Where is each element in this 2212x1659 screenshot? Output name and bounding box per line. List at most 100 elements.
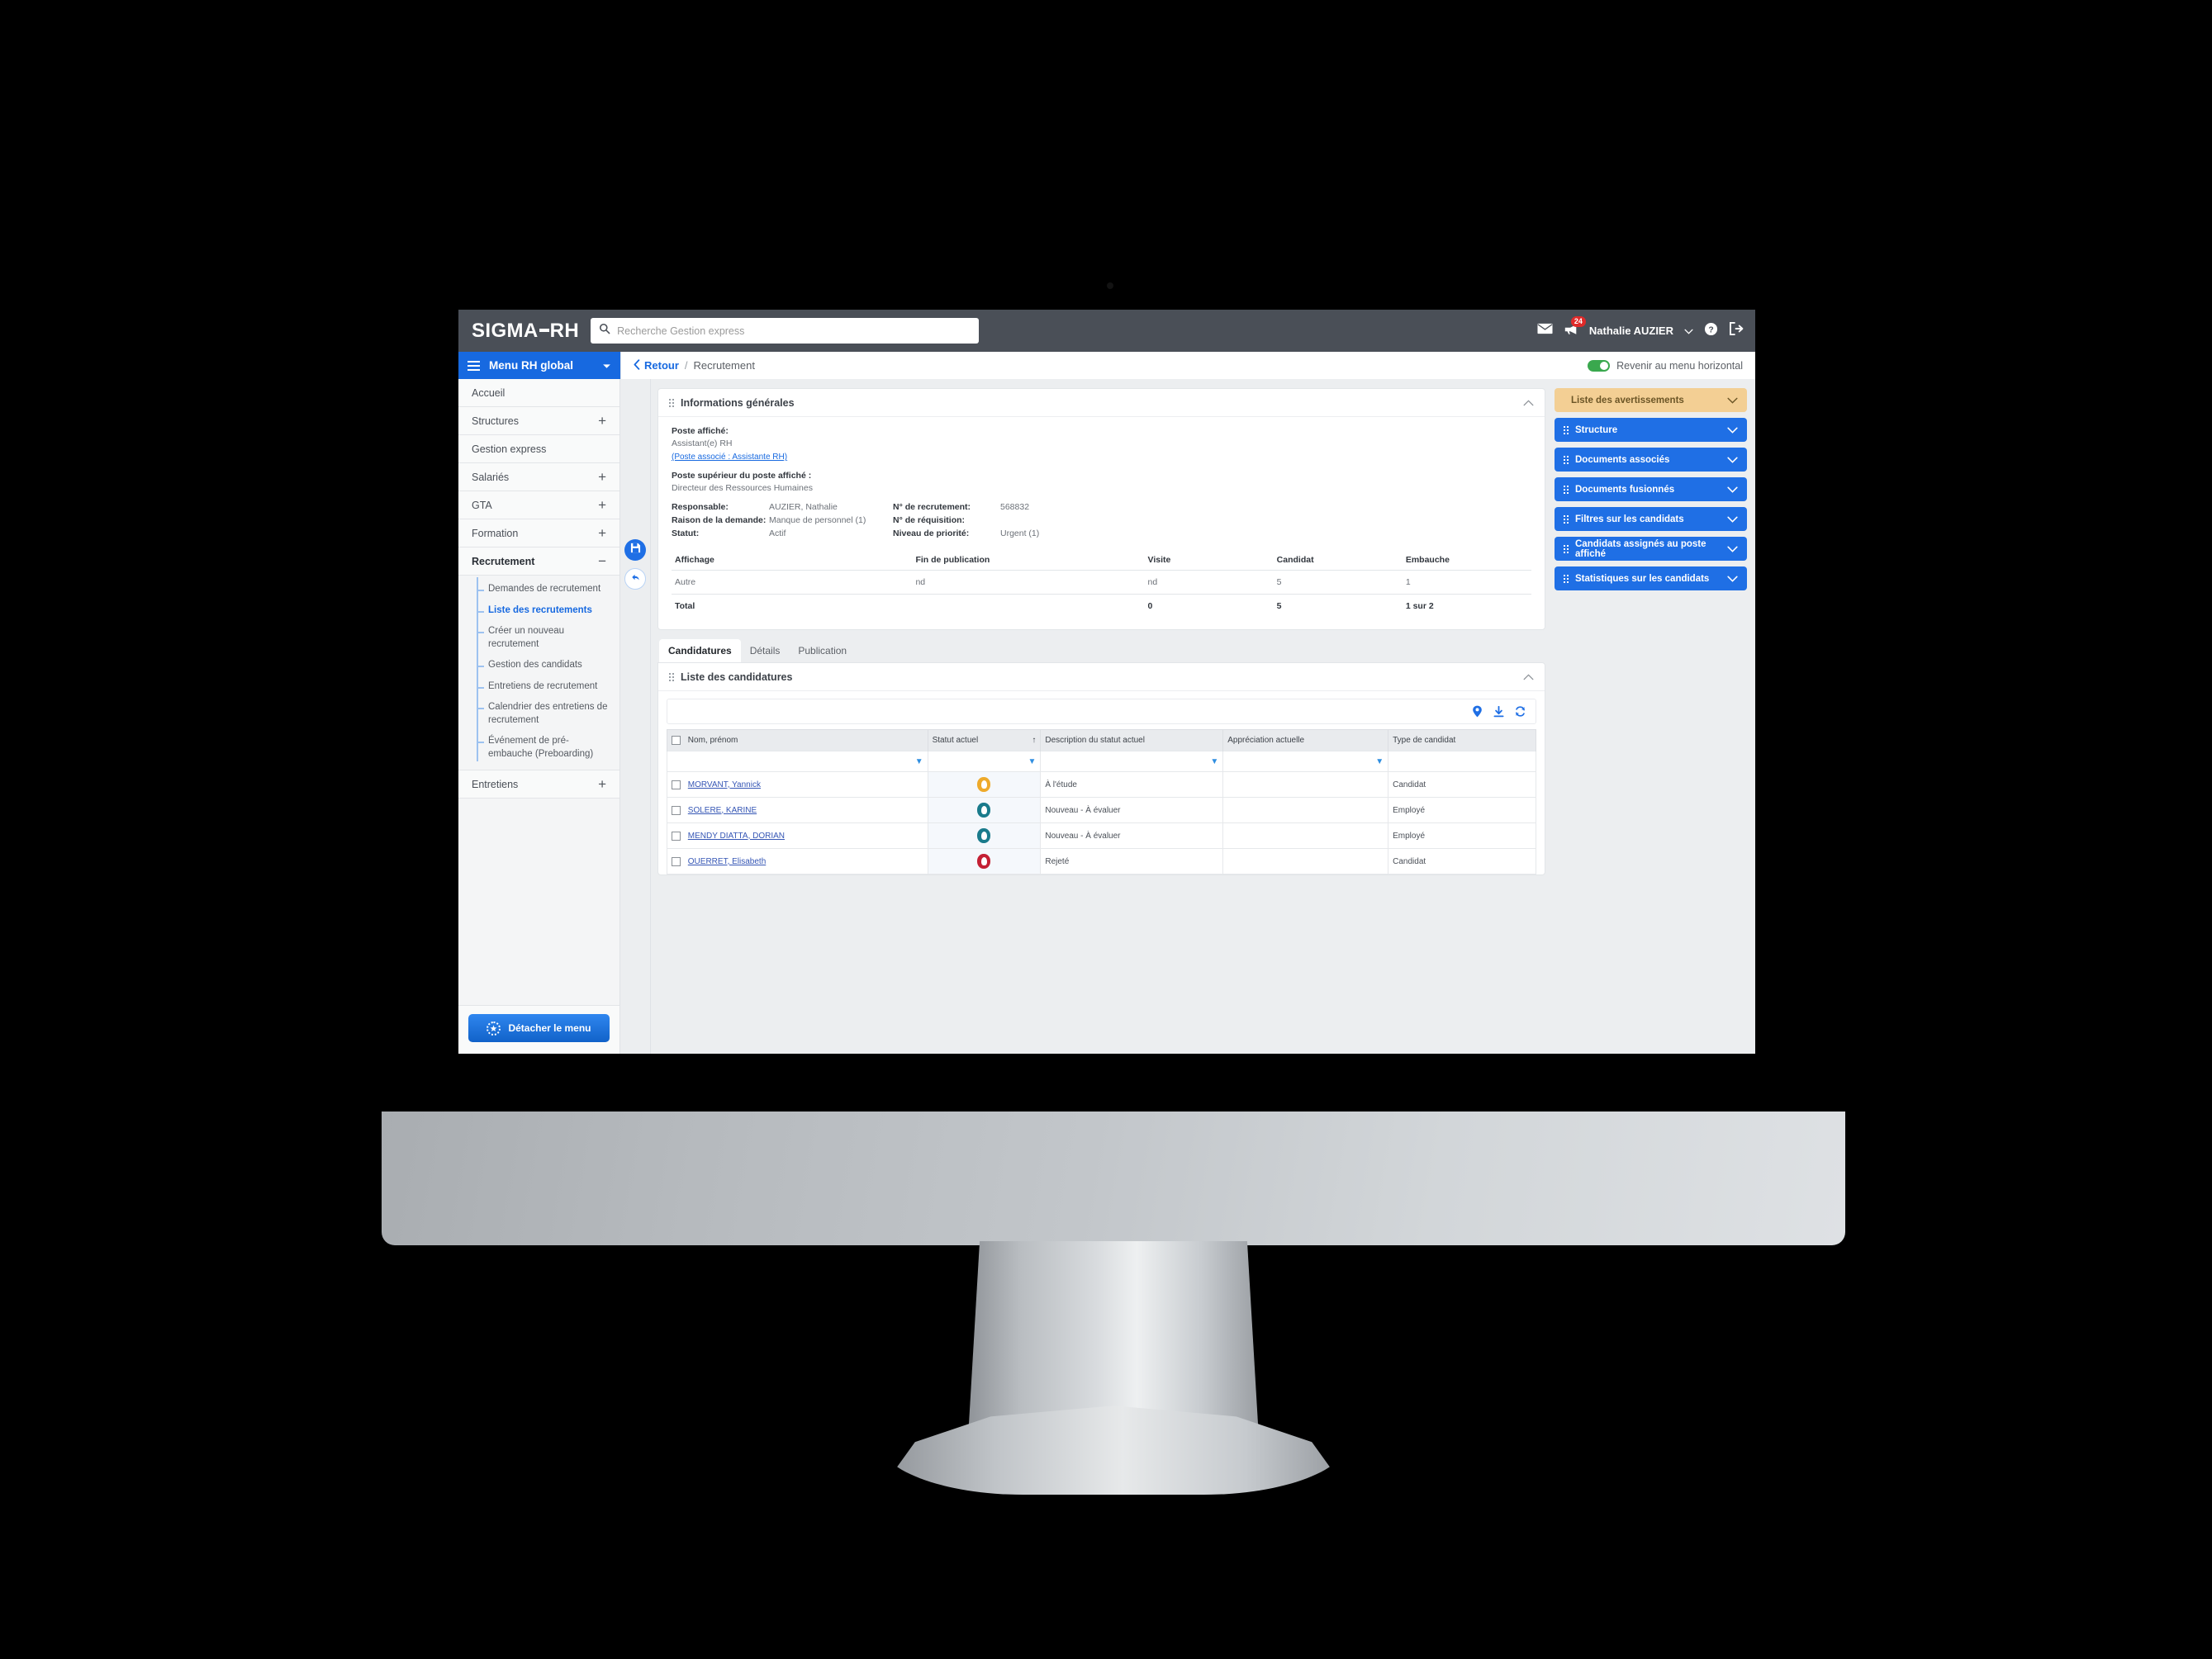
chevron-down-icon[interactable] <box>1727 543 1738 555</box>
undo-button[interactable] <box>624 568 646 590</box>
filter-cell-appreciation[interactable]: ▼ <box>1222 751 1389 773</box>
panel-documents-fusionnes[interactable]: Documents fusionnés <box>1555 477 1747 501</box>
sidebar-subitem-creer-recrutement[interactable]: Créer un nouveau recrutement <box>458 621 619 655</box>
refresh-icon[interactable] <box>1512 704 1528 719</box>
panel-statistiques-candidats[interactable]: Statistiques sur les candidats <box>1555 566 1747 590</box>
hamburger-icon[interactable] <box>468 360 480 371</box>
chevron-down-icon[interactable] <box>1727 484 1738 495</box>
table-row[interactable]: MENDY DIATTA, DORIAN Nouveau - À évaluer… <box>667 822 1536 850</box>
panel-structure[interactable]: Structure <box>1555 418 1747 442</box>
drag-handle-icon[interactable] <box>1564 544 1569 553</box>
help-icon[interactable]: ? <box>1704 322 1718 340</box>
detach-menu-button[interactable]: Détacher le menu <box>468 1014 610 1042</box>
scene: SIGMA RH 24 Nathalie AUZIER <box>0 0 2212 1659</box>
filter-icon[interactable]: ▼ <box>1210 757 1218 766</box>
sidebar-subitem-calendrier-entretiens[interactable]: Calendrier des entretiens de recrutement <box>458 697 619 731</box>
horizontal-menu-toggle-group[interactable]: Revenir au menu horizontal <box>1588 359 1743 372</box>
notifications[interactable]: 24 <box>1564 315 1586 339</box>
sidebar-item-entretiens[interactable]: Entretiens + <box>458 770 619 799</box>
candidate-link[interactable]: OUERRET, Elisabeth <box>688 857 766 866</box>
panel-liste-avertissements[interactable]: Liste des avertissements <box>1555 388 1747 412</box>
global-menu-button[interactable]: Menu RH global <box>458 352 620 379</box>
candidate-link[interactable]: SOLERE, KARINE <box>688 806 757 815</box>
row-checkbox[interactable] <box>672 831 681 841</box>
sidebar-expander[interactable]: + <box>598 526 606 540</box>
sort-asc-icon[interactable]: ↑ <box>1032 736 1036 745</box>
col-statut-actuel[interactable]: Statut actuel ↑ <box>927 728 1042 751</box>
panel-label: Statistiques sur les candidats <box>1575 573 1710 584</box>
sidebar-item-recrutement[interactable]: Recrutement − <box>458 547 619 576</box>
download-icon[interactable] <box>1491 704 1507 719</box>
sidebar-subitem-gestion-candidats[interactable]: Gestion des candidats <box>458 655 619 676</box>
user-name[interactable]: Nathalie AUZIER <box>1589 325 1673 337</box>
card-header[interactable]: Informations générales <box>658 389 1545 417</box>
table-row[interactable]: OUERRET, Elisabeth Rejeté Candidat <box>667 848 1536 875</box>
drag-handle-icon[interactable] <box>1564 514 1569 524</box>
panel-filtres-candidats[interactable]: Filtres sur les candidats <box>1555 507 1747 531</box>
drag-handle-icon[interactable] <box>1564 574 1569 583</box>
drag-handle-icon[interactable] <box>1564 425 1569 434</box>
chevron-down-icon[interactable] <box>1727 514 1738 525</box>
drag-handle-icon[interactable] <box>669 672 674 681</box>
sidebar-item-salaries[interactable]: Salariés + <box>458 463 619 491</box>
drag-handle-icon[interactable] <box>1564 455 1569 464</box>
drag-handle-icon[interactable] <box>1564 485 1569 494</box>
horizontal-menu-toggle[interactable] <box>1588 359 1611 372</box>
search-input[interactable] <box>617 325 971 337</box>
sidebar-item-formation[interactable]: Formation + <box>458 519 619 547</box>
sidebar-expander[interactable]: + <box>598 470 606 484</box>
tab-details[interactable]: Détails <box>741 639 790 662</box>
chevron-down-icon[interactable] <box>1684 324 1693 339</box>
map-pin-icon[interactable] <box>1469 704 1485 719</box>
logout-icon[interactable] <box>1729 322 1744 339</box>
filter-cell-nom[interactable]: ▼ <box>667 751 928 773</box>
table-row[interactable]: MORVANT, Yannick À l'étude Candidat <box>667 771 1536 799</box>
filter-icon[interactable]: ▼ <box>1375 757 1384 766</box>
candidate-link[interactable]: MENDY DIATTA, DORIAN <box>688 832 785 841</box>
sidebar-item-structures[interactable]: Structures + <box>458 407 619 435</box>
filter-cell-description[interactable]: ▼ <box>1040 751 1224 773</box>
sidebar-subitem-entretiens-recrutement[interactable]: Entretiens de recrutement <box>458 676 619 698</box>
search-box[interactable] <box>591 318 980 344</box>
card-header[interactable]: Liste des candidatures <box>658 663 1545 691</box>
candidate-link[interactable]: MORVANT, Yannick <box>688 780 761 789</box>
sidebar-expander[interactable]: + <box>598 777 606 791</box>
row-checkbox[interactable] <box>672 780 681 789</box>
chevron-down-icon[interactable] <box>602 359 611 372</box>
back-button[interactable]: Retour <box>634 358 679 372</box>
sidebar-item-gta[interactable]: GTA + <box>458 491 619 519</box>
sidebar-item-accueil[interactable]: Accueil <box>458 379 619 407</box>
chevron-up-icon[interactable] <box>1523 671 1534 683</box>
sidebar-expander[interactable]: − <box>598 554 606 568</box>
sidebar-subitem-demandes[interactable]: Demandes de recrutement <box>458 579 619 600</box>
select-all-checkbox[interactable] <box>672 736 681 745</box>
sidebar-subitem-liste-recrutements[interactable]: Liste des recrutements <box>458 600 619 622</box>
tab-candidatures[interactable]: Candidatures <box>659 639 741 662</box>
chevron-down-icon[interactable] <box>1727 395 1738 406</box>
sidebar-expander[interactable]: + <box>598 414 606 428</box>
envelope-icon[interactable] <box>1537 323 1553 339</box>
col-appreciation[interactable]: Appréciation actuelle <box>1222 728 1389 751</box>
panel-candidats-assignes[interactable]: Candidats assignés au poste affiché <box>1555 537 1747 561</box>
table-row[interactable]: SOLERE, KARINE Nouveau - À évaluer Emplo… <box>667 797 1536 824</box>
chevron-down-icon[interactable] <box>1727 454 1738 466</box>
col-description-statut[interactable]: Description du statut actuel <box>1040 728 1224 751</box>
col-nom-prenom[interactable]: Nom, prénom <box>667 728 928 751</box>
row-checkbox[interactable] <box>672 856 681 866</box>
sidebar-expander[interactable]: + <box>598 498 606 512</box>
chevron-down-icon[interactable] <box>1727 424 1738 436</box>
sidebar-subitem-preboarding[interactable]: Événement de pré-embauche (Preboarding) <box>458 731 619 765</box>
sidebar-item-gestion-express[interactable]: Gestion express <box>458 435 619 463</box>
panel-documents-associes[interactable]: Documents associés <box>1555 448 1747 472</box>
col-type-candidat[interactable]: Type de candidat <box>1388 728 1536 751</box>
chevron-up-icon[interactable] <box>1523 396 1534 409</box>
filter-icon[interactable]: ▼ <box>915 757 923 766</box>
drag-handle-icon[interactable] <box>669 398 674 407</box>
poste-associe-link[interactable]: (Poste associé : Assistante RH) <box>672 453 787 462</box>
save-button[interactable] <box>624 539 646 561</box>
tab-publication[interactable]: Publication <box>789 639 856 662</box>
filter-cell-statut[interactable]: ▼ <box>927 751 1042 773</box>
filter-icon[interactable]: ▼ <box>1028 757 1036 766</box>
chevron-down-icon[interactable] <box>1727 573 1738 585</box>
row-checkbox[interactable] <box>672 805 681 815</box>
